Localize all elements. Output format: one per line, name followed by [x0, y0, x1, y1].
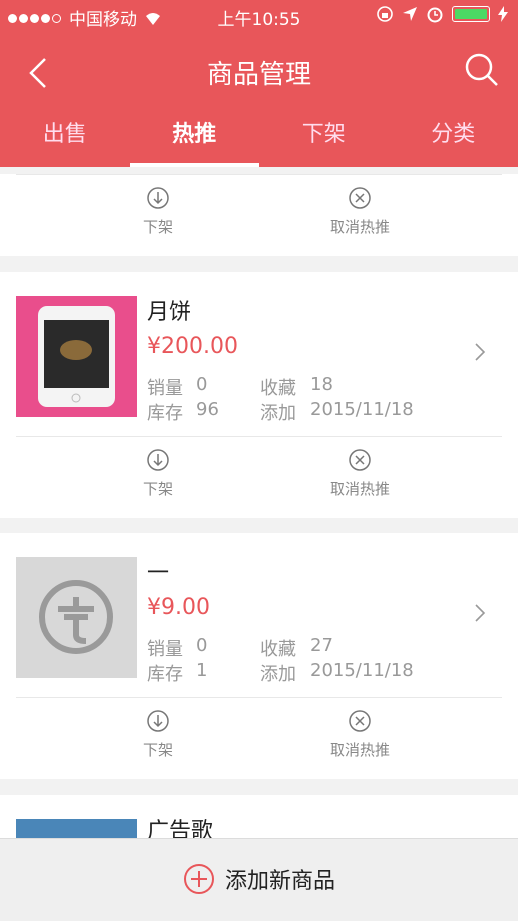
- product-card[interactable]: 月饼 ¥200.00 销量 0 收藏 18 库存 96 添加 2015/11/1…: [0, 272, 518, 518]
- close-circle-icon: [348, 186, 372, 210]
- favorites-label: 收藏: [260, 374, 296, 400]
- search-icon: [464, 52, 500, 88]
- stock-label: 库存: [147, 660, 183, 686]
- sales-value: 0: [196, 635, 207, 656]
- arrow-down-circle-icon: [146, 448, 170, 472]
- tab-offshelf[interactable]: 下架: [259, 104, 389, 167]
- bottom-bar: 添加新商品: [0, 838, 518, 921]
- cancel-hot-label: 取消热推: [330, 218, 390, 236]
- chevron-right-icon: [474, 603, 486, 623]
- offshelf-button[interactable]: 下架: [98, 186, 218, 237]
- cancel-hot-button[interactable]: 取消热推: [300, 186, 420, 237]
- divider: [16, 436, 502, 437]
- arrow-down-circle-icon: [146, 709, 170, 733]
- close-circle-icon: [348, 709, 372, 733]
- product-price: ¥200.00: [147, 334, 238, 359]
- sales-value: 0: [196, 374, 207, 395]
- divider: [16, 697, 502, 698]
- status-bar: 中国移动 上午10:55: [0, 0, 518, 32]
- location-icon: [402, 6, 418, 22]
- added-label: 添加: [260, 660, 296, 686]
- offshelf-label: 下架: [143, 480, 173, 498]
- offshelf-button[interactable]: 下架: [98, 448, 218, 499]
- stock-label: 库存: [147, 399, 183, 425]
- product-card[interactable]: 一 ¥9.00 销量 0 收藏 27 库存 1 添加 2015/11/18 下架…: [0, 533, 518, 779]
- added-value: 2015/11/18: [310, 399, 414, 420]
- divider: [16, 174, 502, 175]
- charging-icon: [498, 6, 508, 22]
- battery-icon: [452, 6, 490, 22]
- product-price: ¥9.00: [147, 595, 210, 620]
- tab-category[interactable]: 分类: [389, 104, 518, 167]
- stock-value: 96: [196, 399, 219, 420]
- offshelf-label: 下架: [143, 218, 173, 236]
- tab-hot[interactable]: 热推: [130, 104, 260, 167]
- added-label: 添加: [260, 399, 296, 425]
- stock-value: 1: [196, 660, 207, 681]
- tab-bar: 出售 热推 下架 分类: [0, 104, 518, 167]
- search-button[interactable]: [464, 52, 500, 92]
- favorites-value: 27: [310, 635, 333, 656]
- alarm-icon: [426, 5, 444, 23]
- product-name: 一: [147, 555, 169, 587]
- product-name: 月饼: [147, 294, 191, 326]
- added-value: 2015/11/18: [310, 660, 414, 681]
- tab-sell[interactable]: 出售: [0, 104, 130, 167]
- close-circle-icon: [348, 448, 372, 472]
- app-header: 中国移动 上午10:55 商品管理 出售 热推 下架 分类: [0, 0, 518, 167]
- cancel-hot-label: 取消热推: [330, 480, 390, 498]
- cancel-hot-button[interactable]: 取消热推: [300, 448, 420, 499]
- action-row: 下架 取消热推: [0, 174, 518, 256]
- cancel-hot-button[interactable]: 取消热推: [300, 709, 420, 760]
- offshelf-button[interactable]: 下架: [98, 709, 218, 760]
- cancel-hot-label: 取消热推: [330, 741, 390, 759]
- product-image: [16, 296, 137, 417]
- sales-label: 销量: [147, 635, 183, 661]
- nav-bar: 商品管理: [0, 40, 518, 104]
- offshelf-label: 下架: [143, 741, 173, 759]
- arrow-down-circle-icon: [146, 186, 170, 210]
- rotation-lock-icon: [376, 5, 394, 23]
- favorites-label: 收藏: [260, 635, 296, 661]
- page-title: 商品管理: [0, 54, 518, 91]
- add-product-button[interactable]: 添加新商品: [0, 863, 518, 895]
- favorites-value: 18: [310, 374, 333, 395]
- chevron-right-icon: [474, 342, 486, 362]
- sales-label: 销量: [147, 374, 183, 400]
- plus-circle-icon: [183, 863, 215, 895]
- add-product-label: 添加新商品: [225, 863, 335, 895]
- product-image-placeholder: [16, 557, 137, 678]
